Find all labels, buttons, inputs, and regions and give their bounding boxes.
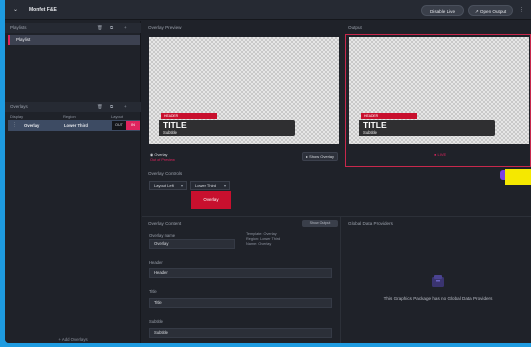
divider [142, 216, 531, 217]
delete-icon[interactable]: 🗑 [97, 104, 103, 110]
overlay-trigger-button[interactable]: Overlay [191, 191, 231, 209]
show-overlay-button[interactable]: ▸ Show Overlay [302, 152, 338, 161]
output-canvas: HEADER TITLE Subtitle [349, 37, 529, 144]
live-status: ● LIVE [434, 152, 447, 157]
playlists-label: Playlists [10, 25, 27, 30]
lower-third-title: TITLE [163, 120, 187, 130]
subtitle-label: Subtitle [149, 319, 163, 324]
app-title: Monfet F&E [29, 7, 57, 13]
open-output-button[interactable]: ↗ Open Output [468, 5, 513, 16]
lower-third-header: HEADER [361, 113, 417, 119]
column-layout: Layout [111, 114, 124, 119]
in-toggle[interactable]: IN [126, 121, 140, 130]
copy-icon[interactable]: ⧉ [110, 104, 113, 109]
delete-icon[interactable]: 🗑 [97, 25, 103, 31]
template-note: Template: Overlay Region: Lower Third Na… [246, 232, 281, 246]
header-label: Header [149, 260, 163, 265]
layout-select-value: Layout Left [154, 183, 174, 188]
region-select[interactable]: Lower Third ▾ [190, 181, 230, 190]
title-bar: ⌄ Monfet F&E Disable Live ↗ Open Output … [5, 0, 531, 20]
overlay-list-item[interactable]: ⋮ Overlay Lower Third OUT IN [8, 120, 140, 131]
preview-overlay-name: ◉ Overlay [150, 153, 168, 157]
preview-canvas: HEADER TITLE Subtitle [149, 37, 339, 144]
add-icon[interactable]: + [124, 104, 127, 109]
play-icon: ▸ [305, 154, 308, 159]
title-input[interactable]: Title [149, 298, 332, 308]
chevron-down-icon: ▾ [180, 183, 183, 188]
chevron-down-icon[interactable]: ⌄ [13, 6, 18, 13]
preview-overlay-state: Out of Preview [150, 158, 175, 162]
overlay-controls-title: Overlay Controls [148, 171, 183, 176]
overlay-name-input[interactable]: Overlay [149, 239, 235, 249]
main-area: Overlay Preview HEADER TITLE Subtitle ◉ … [142, 21, 531, 343]
subtitle-input[interactable]: Subtitle [149, 328, 332, 338]
overlay-row-name: Overlay [24, 123, 40, 128]
lower-third-subtitle: Subtitle [363, 130, 377, 135]
overlay-content-title: Overlay Content [148, 221, 182, 226]
drag-handle-icon[interactable]: ⋮ [12, 122, 17, 128]
playlists-header: Playlists 🗑 ⧉ + [5, 23, 141, 33]
column-display: Display [10, 114, 24, 119]
sidebar: Playlists 🗑 ⧉ + Playlist Overlays 🗑 ⧉ + … [5, 21, 141, 343]
disable-live-button[interactable]: Disable Live [421, 5, 464, 16]
header-input[interactable]: Header [149, 268, 332, 278]
package-icon [431, 274, 445, 290]
global-data-empty-text: This Graphics Package has no Global Data… [383, 296, 493, 301]
copy-icon[interactable]: ⧉ [110, 25, 113, 30]
add-icon[interactable]: + [124, 25, 127, 30]
output-title: Output [348, 25, 362, 30]
title-label: Title [149, 289, 157, 294]
open-output-label: Open Output [479, 9, 507, 14]
add-overlays-link[interactable]: + Add Overlays [5, 337, 141, 342]
external-link-icon: ↗ [474, 9, 479, 14]
global-data-title: Global Data Providers [348, 221, 393, 226]
overlays-label: Overlays [10, 104, 28, 109]
region-select-value: Lower Third [195, 183, 217, 188]
show-output-button[interactable]: Show Output [302, 220, 338, 227]
playlist-item-label: Playlist [16, 37, 31, 42]
overlay-name-label: Overlay name [149, 233, 176, 238]
playlist-item[interactable]: Playlist [8, 35, 140, 45]
lower-third-subtitle: Subtitle [163, 130, 177, 135]
out-toggle[interactable]: OUT [112, 121, 126, 130]
column-region: Region [63, 114, 76, 119]
chevron-down-icon: ▾ [223, 183, 226, 188]
lower-third-header: HEADER [161, 113, 217, 119]
app-window: ⌄ Monfet F&E Disable Live ↗ Open Output … [5, 0, 531, 343]
overlay-preview-title: Overlay Preview [148, 25, 182, 30]
overlays-header: Overlays 🗑 ⧉ + [5, 102, 141, 112]
overlay-row-region: Lower Third [64, 123, 88, 128]
more-icon[interactable]: ⋮ [519, 7, 524, 13]
divider [340, 217, 341, 343]
lower-third-title: TITLE [363, 120, 387, 130]
layout-select[interactable]: Layout Left ▾ [149, 181, 187, 190]
highlight-marker [505, 169, 531, 185]
